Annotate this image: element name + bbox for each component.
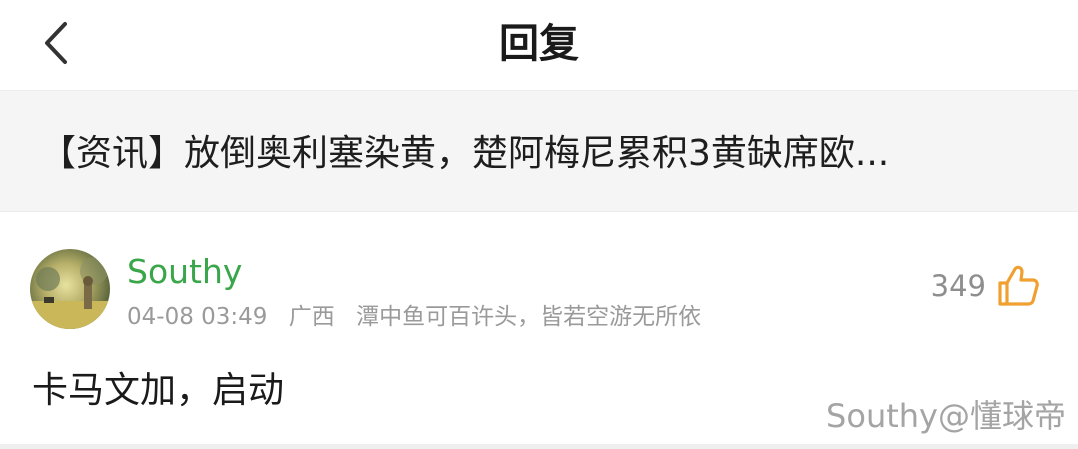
page-title: 回复	[499, 21, 579, 67]
reply-page: 回复 【资讯】放倒奥利塞染黄，楚阿梅尼累积3黄缺席欧... Southy 04-…	[0, 0, 1078, 449]
comment-location: 广西	[288, 304, 335, 330]
comment-item: Southy 04-08 03:49 广西 潭中鱼可百许头，皆若空游无所依 34…	[0, 212, 1078, 444]
comment-meta: 04-08 03:49 广西 潭中鱼可百许头，皆若空游无所依	[127, 302, 715, 332]
avatar[interactable]	[30, 249, 110, 329]
article-title: 【资讯】放倒奥利塞染黄，楚阿梅尼累积3黄缺席欧...	[40, 133, 890, 174]
like-button[interactable]: 349	[931, 262, 1040, 310]
top-bar: 回复	[0, 0, 1078, 90]
username[interactable]: Southy	[127, 250, 242, 294]
comment-text: 卡马文加，启动	[32, 370, 285, 411]
article-link[interactable]: 【资讯】放倒奥利塞染黄，楚阿梅尼累积3黄缺席欧...	[0, 90, 1078, 212]
watermark: Southy@懂球帝	[826, 397, 1066, 435]
user-signature: 潭中鱼可百许头，皆若空游无所依	[356, 304, 702, 330]
like-count: 349	[930, 269, 986, 303]
divider	[0, 444, 1078, 449]
thumbs-up-icon	[998, 265, 1039, 306]
comment-datetime: 04-08 03:49	[127, 304, 268, 330]
